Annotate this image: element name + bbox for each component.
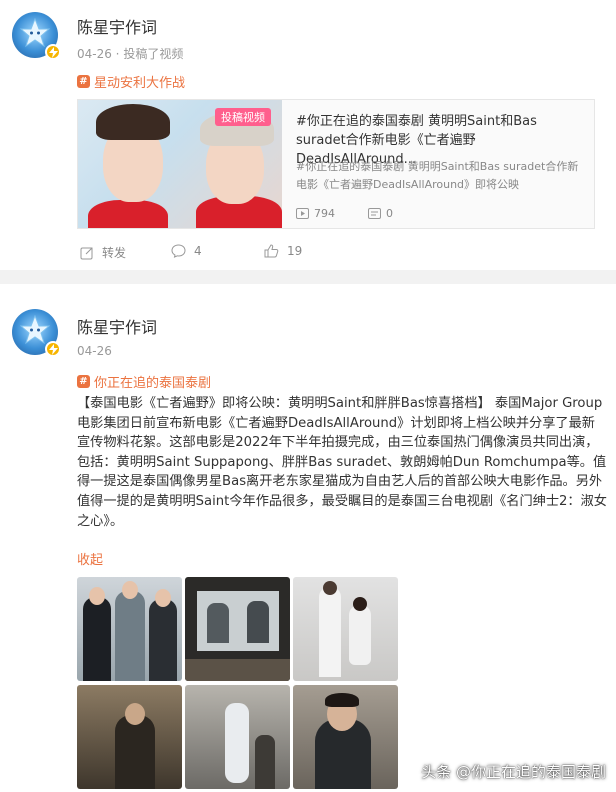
post-meta: 04-26 [77,344,112,358]
comment-button[interactable]: 4 [171,244,202,258]
thumbs-up-icon [264,244,279,258]
card-comment-value: 0 [386,207,393,220]
topic-label: 你正在追的泰国泰剧 [94,376,212,391]
topic-link[interactable]: # 你正在追的泰国泰剧 [77,372,211,391]
repost-label: 转发 [102,246,127,260]
watermark: 头条 @你正在追的泰国泰剧 [421,763,606,781]
post-2: 陈星宇作词 04-26 # 你正在追的泰国泰剧 【泰国电影《亡者遍野》即将公映：… [0,284,616,792]
hashtag-icon: # [77,75,90,88]
repost-icon [80,247,93,259]
post-meta: 04-26 · 投稿了视频 [77,47,184,61]
video-card[interactable]: 投稿视频 #你正在追的泰国泰剧 黄明明Saint和Bas suradet合作新电… [77,99,595,229]
comment-count: 4 [194,244,202,258]
play-icon [296,208,309,219]
video-thumbnail[interactable]: 投稿视频 [78,100,282,228]
author-name[interactable]: 陈星宇作词 [77,314,157,338]
comment-icon [171,244,186,258]
collapse-link[interactable]: 收起 [77,549,103,568]
topic-link[interactable]: # 星动安利大作战 [77,72,185,91]
card-comment-count: 0 [368,207,393,220]
hashtag-icon: # [77,375,90,388]
author-name[interactable]: 陈星宇作词 [77,14,157,38]
post-divider [0,270,616,284]
video-tag: 投稿视频 [215,108,271,126]
card-description: #你正在追的泰国泰剧 黄明明Saint和Bas suradet合作新电影《亡者遍… [296,160,579,191]
play-count-value: 794 [314,207,335,220]
comment-box-icon [368,208,381,219]
play-count: 794 [296,207,335,220]
post-1: 陈星宇作词 04-26 · 投稿了视频 # 星动安利大作战 投稿视频 #你正在追… [0,0,616,270]
like-count: 19 [287,244,303,258]
author-avatar[interactable] [12,309,61,357]
verified-badge-icon [45,341,61,357]
photo-thumbnail[interactable] [185,577,290,681]
repost-button[interactable]: 转发 [80,244,126,261]
photo-thumbnail[interactable] [77,685,182,789]
topic-label: 星动安利大作战 [94,76,186,91]
photo-thumbnail[interactable] [77,577,182,681]
star-icon [20,315,50,345]
verified-badge-icon [45,44,61,60]
photo-thumbnail[interactable] [293,685,398,789]
photo-thumbnail[interactable] [185,685,290,789]
post-body: 【泰国电影《亡者遍野》即将公映：黄明明Saint和胖胖Bas惊喜搭档】 泰国Ma… [77,396,607,529]
photo-thumbnail[interactable] [293,577,398,681]
author-avatar[interactable] [12,12,61,60]
like-button[interactable]: 19 [264,244,302,258]
star-icon [20,18,50,48]
